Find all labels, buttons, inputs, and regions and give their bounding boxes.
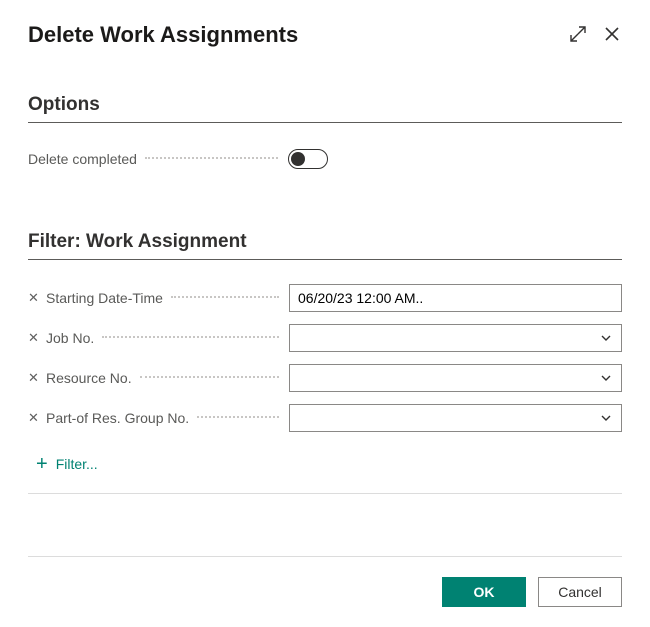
filter-label-wrap: Resource No.: [46, 370, 289, 386]
divider: [28, 259, 622, 260]
filter-label-wrap: Starting Date-Time: [46, 290, 289, 306]
input-cell: [289, 364, 622, 392]
dotted-leader: [102, 336, 279, 338]
delete-completed-toggle[interactable]: [288, 149, 328, 169]
plus-icon: +: [36, 454, 48, 474]
filter-label: Job No.: [46, 330, 94, 346]
dialog-footer: OK Cancel: [28, 556, 622, 607]
input-cell: [289, 324, 622, 352]
filter-row-resource-no: ✕ Resource No.: [28, 358, 622, 398]
section-heading-filter: Filter: Work Assignment: [28, 231, 622, 253]
filter-label: Part-of Res. Group No.: [46, 410, 189, 426]
dotted-leader: [197, 416, 279, 418]
filter-label-wrap: Part-of Res. Group No.: [46, 410, 289, 426]
add-filter-button[interactable]: + Filter...: [36, 454, 98, 474]
divider: [28, 493, 622, 494]
chevron-down-icon: [599, 411, 613, 425]
dotted-leader: [140, 376, 279, 378]
titlebar: Delete Work Assignments: [28, 22, 622, 48]
starting-date-time-input[interactable]: [289, 284, 622, 312]
job-no-dropdown[interactable]: [289, 324, 622, 352]
filter-label: Resource No.: [46, 370, 132, 386]
add-filter-label: Filter...: [56, 456, 98, 472]
divider: [28, 122, 622, 123]
dialog-title: Delete Work Assignments: [28, 22, 298, 48]
chevron-down-icon: [599, 331, 613, 345]
remove-filter-icon[interactable]: ✕: [28, 410, 40, 426]
remove-filter-icon[interactable]: ✕: [28, 370, 40, 386]
part-of-res-group-no-dropdown[interactable]: [289, 404, 622, 432]
section-options: Options Delete completed: [28, 94, 622, 177]
filter-label: Starting Date-Time: [46, 290, 163, 306]
input-cell: [289, 404, 622, 432]
resource-no-dropdown[interactable]: [289, 364, 622, 392]
option-delete-completed-row: Delete completed: [28, 141, 622, 177]
option-label-wrap: Delete completed: [28, 151, 288, 167]
filter-row-part-of-res-group-no: ✕ Part-of Res. Group No.: [28, 398, 622, 438]
expand-icon[interactable]: [568, 24, 588, 44]
filter-row-job-no: ✕ Job No.: [28, 318, 622, 358]
close-icon[interactable]: [602, 24, 622, 44]
section-filter: Filter: Work Assignment ✕ Starting Date-…: [28, 231, 622, 494]
cancel-button[interactable]: Cancel: [538, 577, 622, 607]
filter-label-wrap: Job No.: [46, 330, 289, 346]
chevron-down-icon: [599, 371, 613, 385]
dotted-leader: [145, 157, 278, 159]
dotted-leader: [171, 296, 279, 298]
remove-filter-icon[interactable]: ✕: [28, 330, 40, 346]
titlebar-actions: [568, 24, 622, 44]
section-heading-options: Options: [28, 94, 622, 116]
ok-button[interactable]: OK: [442, 577, 526, 607]
toggle-knob: [291, 152, 305, 166]
divider: [28, 556, 622, 557]
remove-filter-icon[interactable]: ✕: [28, 290, 40, 306]
dialog-delete-work-assignments: Delete Work Assignments Options Delete c…: [0, 0, 650, 627]
filter-row-starting-date-time: ✕ Starting Date-Time: [28, 278, 622, 318]
input-cell: [289, 284, 622, 312]
option-delete-completed-label: Delete completed: [28, 151, 137, 167]
footer-buttons: OK Cancel: [28, 577, 622, 607]
